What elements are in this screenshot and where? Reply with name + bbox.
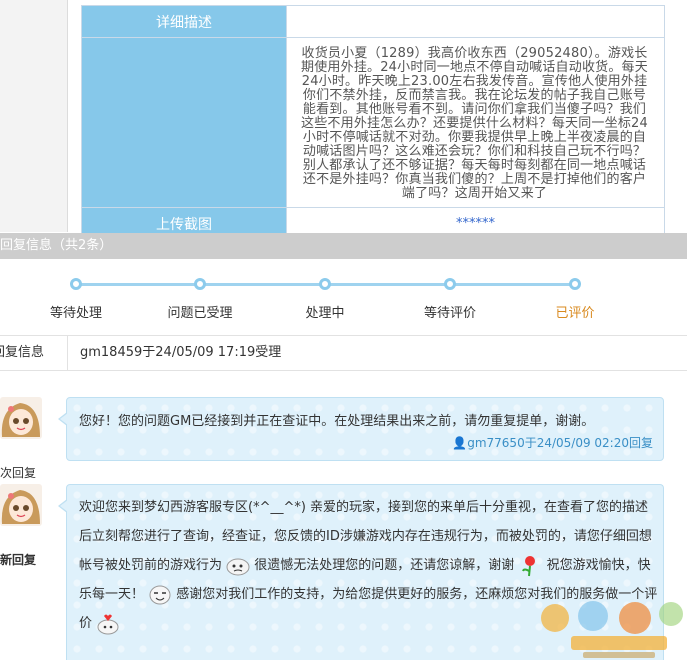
step-waiting: 等待处理 xyxy=(26,278,126,321)
gm-avatar xyxy=(0,484,42,526)
reply-info-text: gm18459于24/05/09 17:19受理 xyxy=(80,345,282,360)
reply-header-title: 回复信息 xyxy=(0,238,53,253)
reply-meta-text: gm77650于24/05/09 02:20回复 xyxy=(467,436,653,450)
step-label: 等待处理 xyxy=(49,306,102,321)
rose-icon xyxy=(518,555,542,577)
progress-steps: 等待处理 问题已受理 处理中 等待评价 已评价 xyxy=(0,270,687,321)
detail-desc-label: 详细描述 xyxy=(156,14,212,31)
ticket-detail-table: 详细描述 收货员小夏（1289）我高价收东西（29052480）。游戏长期使用外… xyxy=(81,5,665,240)
step-dot xyxy=(444,278,456,290)
reply-info-label-text: 回复信息 xyxy=(0,345,45,360)
step-rated: 已评价 xyxy=(525,278,625,321)
step-dot xyxy=(319,278,331,290)
reply-text: 很遗憾无法处理您的问题，还请您谅解，谢谢 xyxy=(254,558,515,573)
reply-bubble-1: 您好！您的问题GM已经接到并正在查证中。在处理结果出来之前，请勿重复提单，谢谢。… xyxy=(58,397,664,461)
step-waiting-rating: 等待评价 xyxy=(400,278,500,321)
forum-logo-watermark xyxy=(535,590,687,660)
heart-emoji-icon xyxy=(96,613,120,635)
detail-blank-label-cell xyxy=(81,37,287,208)
reply-info-row: 回复信息 gm18459于24/05/09 17:19受理 xyxy=(0,335,687,371)
sad-emoji-icon xyxy=(226,555,250,577)
reply-section-header: 回复信息（共2条） xyxy=(0,233,687,259)
detail-top-cell xyxy=(286,5,665,38)
gm-avatar xyxy=(0,397,42,439)
reply-side-caption: 新回复 xyxy=(0,553,37,567)
step-label: 等待评价 xyxy=(423,306,476,321)
reply-meta: 👤gm77650于24/05/09 02:20回复 xyxy=(452,434,653,451)
reply-side-caption: 次回复 xyxy=(0,466,37,480)
step-label: 问题已受理 xyxy=(167,306,233,321)
step-label: 处理中 xyxy=(305,306,345,321)
reply-count: （共2条） xyxy=(52,238,113,253)
smile-emoji-icon xyxy=(148,584,172,606)
reply-info-label: 回复信息 xyxy=(0,336,68,370)
step-label: 已评价 xyxy=(555,306,595,321)
reply-message: 您好！您的问题GM已经接到并正在查证中。在处理结果出来之前，请勿重复提单，谢谢。 xyxy=(79,414,595,429)
step-dot xyxy=(569,278,581,290)
detail-label-cell: 详细描述 xyxy=(81,5,287,38)
user-icon: 👤 xyxy=(452,436,468,450)
step-accepted: 问题已受理 xyxy=(150,278,250,321)
step-dot xyxy=(70,278,82,290)
step-processing: 处理中 xyxy=(275,278,375,321)
left-sidebar xyxy=(0,0,68,232)
step-dot xyxy=(194,278,206,290)
detail-desc-text: 收货员小夏（1289）我高价收东西（29052480）。游戏长期使用外挂。24小… xyxy=(286,37,665,208)
